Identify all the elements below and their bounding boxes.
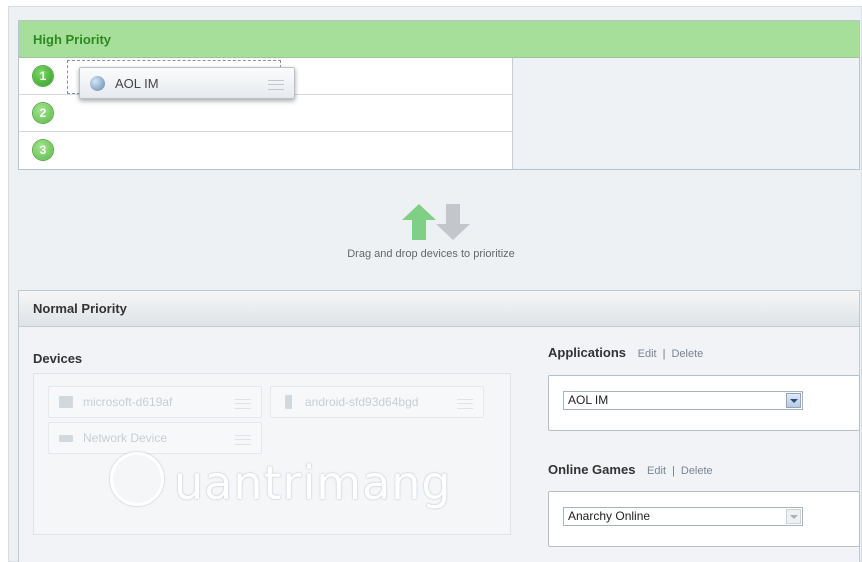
- link-separator: |: [662, 348, 666, 360]
- priority-slot-2[interactable]: 2: [19, 95, 512, 132]
- drag-handle-icon[interactable]: [235, 399, 251, 409]
- online-games-box: Anarchy Online: [548, 491, 860, 547]
- drag-handle-icon[interactable]: [457, 399, 473, 409]
- applications-select[interactable]: AOL IM: [563, 391, 803, 410]
- devices-title: Devices: [33, 351, 83, 366]
- applications-header: Applications Edit | Delete: [548, 345, 703, 360]
- chevron-down-icon[interactable]: [786, 393, 801, 408]
- high-priority-panel: High Priority 1 2 3 AOL IM: [18, 20, 860, 170]
- application-icon: [90, 76, 105, 91]
- applications-box: AOL IM: [548, 375, 860, 431]
- dragged-item-aol-im[interactable]: AOL IM: [79, 67, 295, 99]
- slot-number-badge: 2: [33, 103, 53, 123]
- applications-delete-link[interactable]: Delete: [671, 348, 703, 360]
- applications-selected-value: AOL IM: [568, 393, 609, 407]
- device-label: Network Device: [83, 431, 168, 445]
- online-games-edit-link[interactable]: Edit: [647, 465, 666, 477]
- slot-number-badge: 1: [33, 66, 53, 86]
- online-games-header: Online Games Edit | Delete: [548, 462, 713, 477]
- watermark-logo: uantrimang: [108, 444, 451, 530]
- phone-icon: [285, 395, 292, 409]
- online-games-title: Online Games: [548, 462, 636, 477]
- watermark-text: uantrimang: [174, 456, 452, 510]
- lightbulb-icon: [110, 452, 164, 506]
- computer-icon: [59, 396, 73, 408]
- drag-drop-hint: Drag and drop devices to prioritize: [347, 248, 515, 260]
- dragged-item-label: AOL IM: [115, 76, 159, 91]
- normal-priority-header: Normal Priority: [19, 291, 859, 327]
- link-separator: |: [672, 465, 675, 477]
- applications-edit-link[interactable]: Edit: [638, 348, 657, 360]
- device-label: android-sfd93d64bgd: [305, 395, 419, 409]
- slot-number-badge: 3: [33, 140, 53, 160]
- drag-handle-icon[interactable]: [268, 80, 284, 90]
- high-priority-empty-area: [513, 58, 859, 169]
- high-priority-header: High Priority: [19, 21, 859, 58]
- chevron-down-icon[interactable]: [786, 509, 801, 524]
- applications-title: Applications: [548, 345, 627, 360]
- online-games-select[interactable]: Anarchy Online: [563, 507, 803, 526]
- priority-slot-3[interactable]: 3: [19, 132, 512, 169]
- device-item[interactable]: android-sfd93d64bgd: [270, 386, 484, 418]
- online-games-delete-link[interactable]: Delete: [681, 465, 713, 477]
- device-label: microsoft-d619af: [83, 395, 173, 409]
- device-item[interactable]: microsoft-d619af: [48, 386, 262, 418]
- online-games-selected-value: Anarchy Online: [568, 509, 651, 523]
- network-device-icon: [59, 435, 73, 442]
- up-down-arrows-icon: [402, 204, 470, 240]
